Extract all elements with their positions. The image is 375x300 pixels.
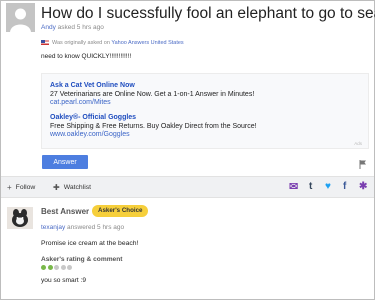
question-body: need to know QUICKLY!!!!!!!!!!!!: [41, 53, 132, 60]
ad-item[interactable]: Ask a Cat Vet Online Now 27 Veterinarian…: [50, 82, 254, 108]
answer-meta: texanjay answered 5 hrs ago: [41, 224, 124, 231]
facebook-share-icon[interactable]: f: [343, 181, 346, 192]
follow-label: Follow: [15, 184, 36, 191]
watchlist-label: Watchlist: [63, 184, 92, 191]
rating-dot-empty: [67, 265, 72, 270]
rating-dot-empty: [60, 265, 66, 270]
mail-share-icon[interactable]: ✉: [289, 180, 298, 193]
asker-name-link[interactable]: Andy: [41, 24, 56, 31]
twitter-share-icon[interactable]: ♥: [325, 181, 331, 192]
origin-prefix: Was originally asked on: [52, 40, 110, 46]
ad-description: Free Shipping & Free Returns. Buy Oakley…: [50, 122, 257, 130]
watchlist-button[interactable]: ✚ Watchlist: [53, 183, 91, 192]
question-meta: Andy asked 5 hrs ago: [41, 24, 104, 31]
rating-dot-filled: [41, 265, 46, 270]
askers-choice-badge: Asker's Choice: [92, 205, 149, 217]
ad-url[interactable]: cat.pearl.com/Mites: [50, 99, 254, 108]
action-bar: + Follow ✚ Watchlist ✉ t ♥ f ✱: [1, 176, 374, 198]
rating-dots: [41, 265, 72, 270]
ads-box: Ask a Cat Vet Online Now 27 Veterinarian…: [41, 73, 369, 149]
asker-comment: you so smart :9: [41, 277, 87, 284]
answered-time: answered 5 hrs ago: [67, 224, 125, 231]
answer-body: Promise ice cream at the beach!: [41, 240, 139, 247]
rating-heading: Asker's rating & comment: [41, 256, 123, 263]
ad-description: 27 Veterinarians are Online Now. Get a 1…: [50, 90, 255, 98]
ad-item[interactable]: Oakley®- Official Goggles Free Shipping …: [50, 114, 257, 140]
asked-time: asked 5 hrs ago: [57, 24, 104, 31]
report-flag-icon[interactable]: [359, 160, 367, 169]
ads-label: Ads: [354, 141, 362, 146]
ad-title[interactable]: Oakley®- Official Goggles: [50, 114, 257, 123]
rating-dot-filled: [47, 265, 53, 270]
rating-dot-empty: [54, 265, 59, 270]
ad-title[interactable]: Ask a Cat Vet Online Now: [50, 82, 254, 91]
origin-site-link[interactable]: Yahoo Answers United States: [111, 40, 183, 46]
tumblr-share-icon[interactable]: t: [309, 181, 312, 192]
asker-avatar-icon[interactable]: [6, 3, 35, 32]
us-flag-icon: [41, 40, 49, 45]
answerer-avatar-icon[interactable]: [7, 207, 33, 229]
best-answer-heading: Best Answer: [41, 207, 90, 216]
ad-url[interactable]: www.oakley.com/Goggles: [50, 131, 257, 140]
plus-icon: ✚: [53, 183, 60, 192]
answerer-name-link[interactable]: texanjay: [41, 224, 65, 231]
follow-button[interactable]: + Follow: [7, 183, 35, 192]
more-share-icon[interactable]: ✱: [359, 181, 367, 192]
question-title: How do I sucessfully fool an elephant to…: [41, 5, 375, 22]
answer-button[interactable]: Answer: [42, 155, 88, 169]
origin-note: Was originally asked on Yahoo Answers Un…: [41, 40, 184, 46]
plus-icon: +: [7, 183, 12, 192]
